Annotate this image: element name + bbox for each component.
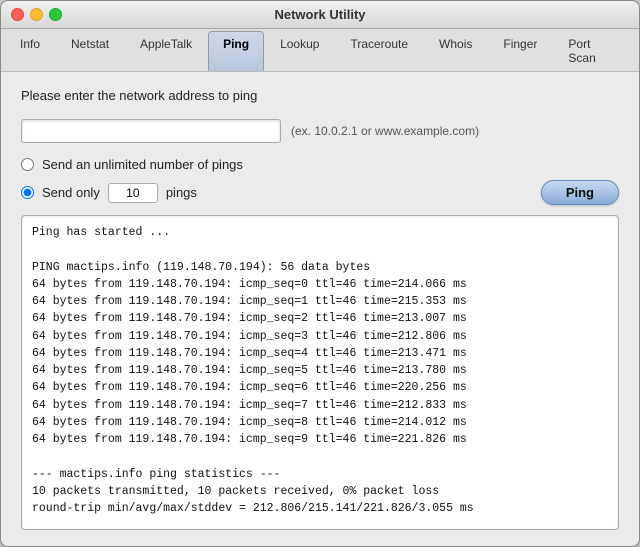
main-window: Network Utility Info Netstat AppleTalk P… — [0, 0, 640, 547]
titlebar: Network Utility — [1, 1, 639, 29]
send-only-row: Send only pings Ping — [21, 180, 619, 205]
unlimited-radio-row: Send an unlimited number of pings — [21, 157, 619, 172]
tab-traceroute[interactable]: Traceroute — [335, 31, 423, 71]
tab-appletalk[interactable]: AppleTalk — [125, 31, 207, 71]
ping-output: Ping has started ... PING mactips.info (… — [21, 215, 619, 530]
address-input[interactable] — [21, 119, 281, 143]
sendonly-radio[interactable] — [21, 186, 34, 199]
radio-section: Send an unlimited number of pings Send o… — [21, 157, 619, 205]
address-hint: (ex. 10.0.2.1 or www.example.com) — [291, 124, 479, 138]
ping-count-input[interactable] — [108, 183, 158, 203]
maximize-button[interactable] — [49, 8, 62, 21]
tab-lookup[interactable]: Lookup — [265, 31, 334, 71]
minimize-button[interactable] — [30, 8, 43, 21]
ping-panel: Please enter the network address to ping… — [1, 72, 639, 546]
tab-ping[interactable]: Ping — [208, 31, 264, 71]
unlimited-radio[interactable] — [21, 158, 34, 171]
address-row: (ex. 10.0.2.1 or www.example.com) — [21, 119, 619, 143]
tab-finger[interactable]: Finger — [488, 31, 552, 71]
close-button[interactable] — [11, 8, 24, 21]
unlimited-radio-label: Send an unlimited number of pings — [42, 157, 243, 172]
tab-info[interactable]: Info — [5, 31, 55, 71]
send-only-row-left: Send only pings — [21, 183, 197, 203]
window-title: Network Utility — [274, 7, 365, 22]
tab-whois[interactable]: Whois — [424, 31, 487, 71]
ping-button[interactable]: Ping — [541, 180, 619, 205]
tab-netstat[interactable]: Netstat — [56, 31, 124, 71]
tab-portscan[interactable]: Port Scan — [553, 31, 634, 71]
pings-suffix-label: pings — [166, 185, 197, 200]
tab-bar: Info Netstat AppleTalk Ping Lookup Trace… — [1, 29, 639, 72]
sendonly-radio-label: Send only — [42, 185, 100, 200]
traffic-lights — [11, 8, 62, 21]
address-section-label: Please enter the network address to ping — [21, 88, 619, 103]
